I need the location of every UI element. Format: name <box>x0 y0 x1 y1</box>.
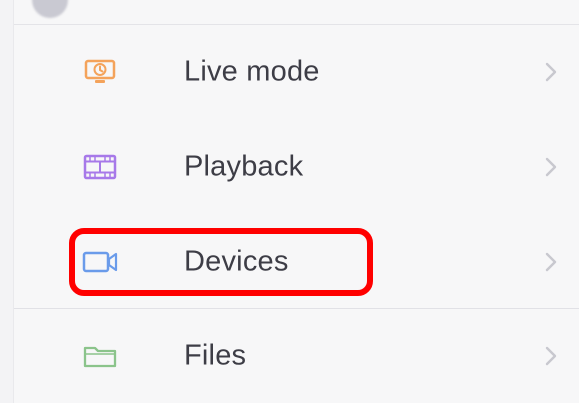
menu-item-label: Playback <box>184 150 304 183</box>
chevron-right-icon <box>545 346 557 366</box>
menu-item-label: Live mode <box>184 55 320 88</box>
menu-item-files[interactable]: Files <box>14 309 579 403</box>
monitor-icon <box>84 59 116 83</box>
folder-icon <box>83 346 117 368</box>
menu-panel: Live mode Playback Devices Files <box>13 0 579 403</box>
highlight-annotation <box>69 228 373 296</box>
menu-item-live-mode[interactable]: Live mode <box>14 25 579 119</box>
chevron-right-icon <box>545 252 557 272</box>
film-icon <box>83 154 117 180</box>
menu-item-label: Files <box>184 339 247 372</box>
chevron-right-icon <box>545 62 557 82</box>
menu-item-playback[interactable]: Playback <box>14 120 579 214</box>
cut-off-profile-row <box>14 0 579 25</box>
settings-screen: Live mode Playback Devices Files <box>0 0 579 403</box>
chevron-right-icon <box>545 157 557 177</box>
avatar <box>32 0 68 18</box>
